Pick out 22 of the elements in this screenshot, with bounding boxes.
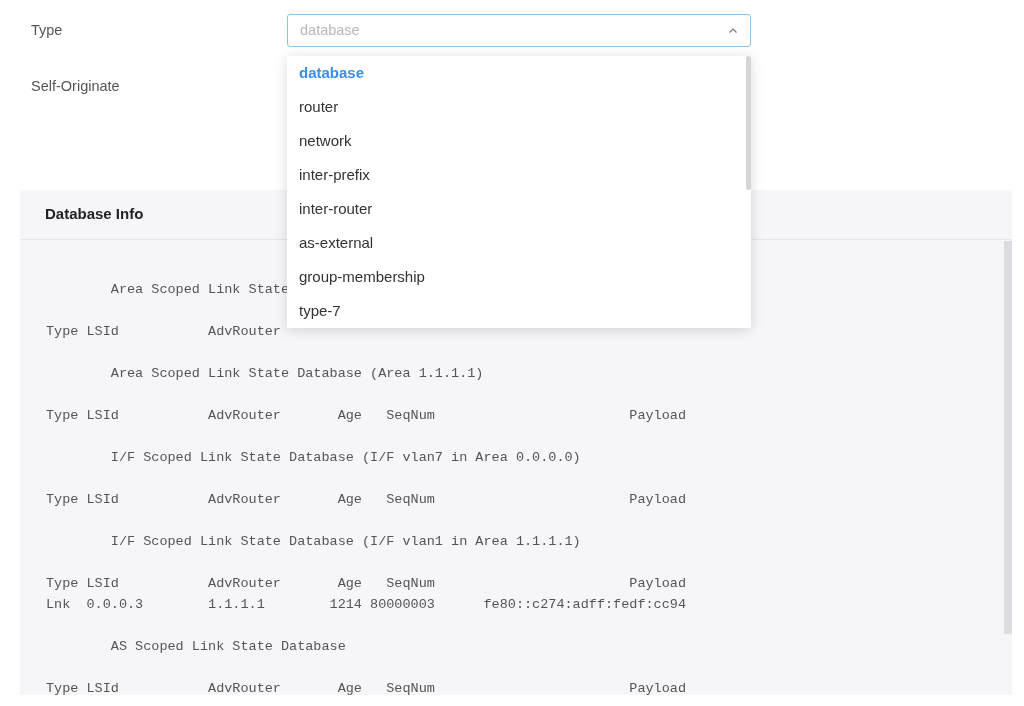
field-label: Type bbox=[31, 20, 64, 40]
column-header-row-text: Type LSId AdvRouter Age SeqNum Payload bbox=[46, 490, 686, 509]
column-header-row-text: Type LSId AdvRouter Age SeqNum Payload bbox=[46, 574, 686, 593]
section-heading: Area Scoped Link State bbox=[109, 280, 290, 299]
section-heading: AS Scoped Link State Database bbox=[109, 637, 346, 656]
column-header-row-text: Type LSId AdvRouter Age SeqNum Payload bbox=[46, 679, 686, 695]
dropdown-option[interactable]: as-external bbox=[287, 226, 743, 260]
column-header-row-text: Type LSId AdvRouter bbox=[46, 322, 281, 341]
section-heading: I/F Scoped Link State Database (I/F vlan7 in Area 0.0.0.0) bbox=[109, 448, 581, 467]
data-row-text: Lnk 0.0.0.3 1.1.1.1 1214 80000003 fe80::c274:adff:fedf:cc94 bbox=[46, 595, 686, 614]
section-heading: Area Scoped Link State Database (Area 1.1.1.1) bbox=[109, 364, 484, 383]
dropdown-option[interactable]: inter-router bbox=[287, 192, 743, 226]
scrollbar-thumb[interactable] bbox=[1004, 240, 1012, 634]
dropdown-option[interactable]: network bbox=[287, 124, 743, 158]
column-header-row-text: Type LSId AdvRouter Age SeqNum Payload bbox=[46, 406, 686, 425]
section-heading: I/F Scoped Link State Database (I/F vlan1 in Area 1.1.1.1) bbox=[109, 532, 581, 551]
scrollbar-thumb[interactable] bbox=[746, 56, 751, 190]
dropdown-option[interactable]: group-membership bbox=[287, 260, 743, 294]
dropdown-option[interactable]: router bbox=[287, 90, 743, 124]
dropdown-option[interactable]: inter-prefix bbox=[287, 158, 743, 192]
dropdown-option[interactable]: type-7 bbox=[287, 294, 743, 328]
field-label: Self-Originate bbox=[31, 77, 121, 96]
